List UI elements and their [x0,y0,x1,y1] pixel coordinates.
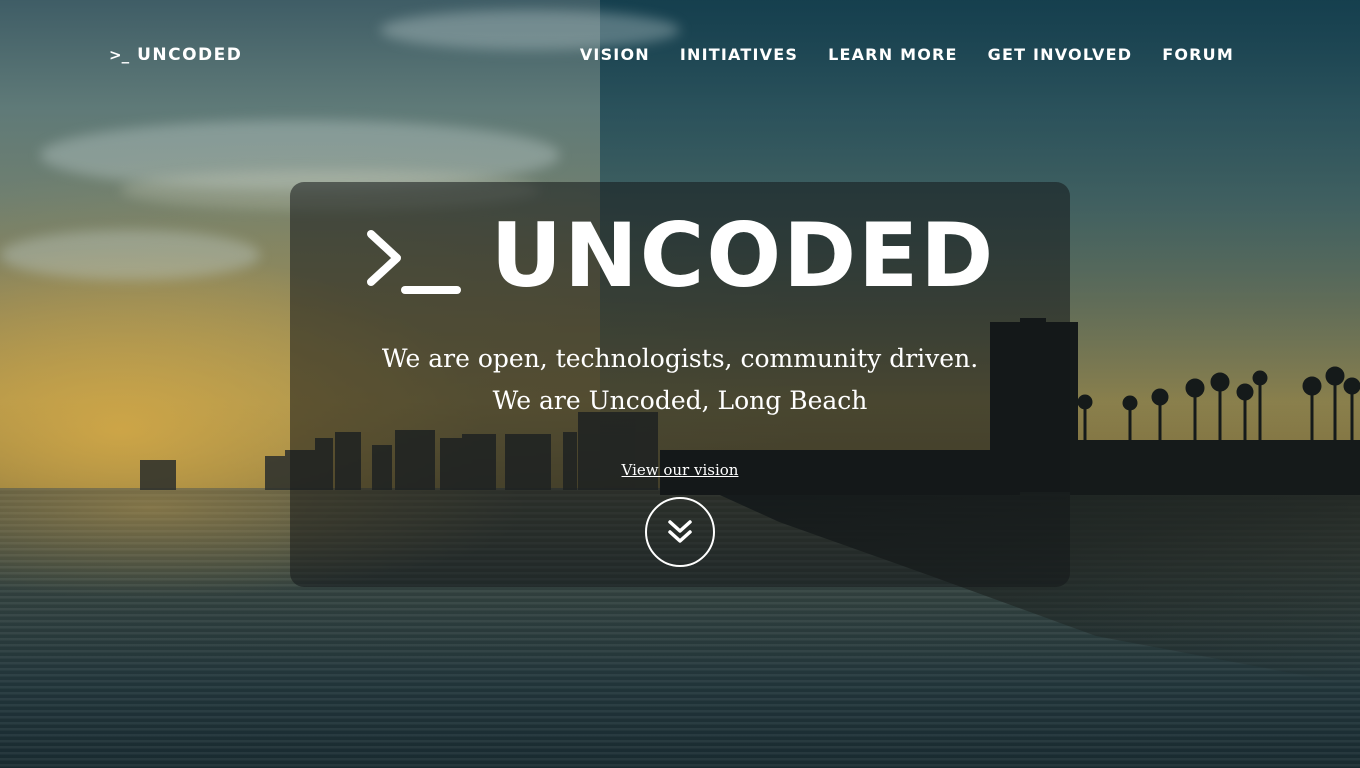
nav-link-vision[interactable]: VISION [580,45,650,64]
nav-link-learn-more[interactable]: LEARN MORE [828,45,958,64]
nav-link-initiatives[interactable]: INITIATIVES [680,45,798,64]
nav-link-get-involved[interactable]: GET INVOLVED [988,45,1133,64]
view-vision-link[interactable]: View our vision [290,461,1070,479]
brand-logo-link[interactable]: >_ UNCODED [109,45,242,65]
hero-title: UNCODED [290,212,1070,300]
hero-card: UNCODED We are open, technologists, comm… [290,182,1070,587]
nav-item: LEARN MORE [828,45,958,64]
cloud [0,230,260,280]
scroll-down-button[interactable] [645,497,715,567]
hero-tagline-line-2: We are Uncoded, Long Beach [492,386,868,415]
nav-menu: VISION INITIATIVES LEARN MORE GET INVOLV… [580,45,1234,64]
nav-item: INITIATIVES [680,45,798,64]
nav-link-forum[interactable]: FORUM [1162,45,1234,64]
double-chevron-down-icon [668,520,692,543]
hero-title-text: UNCODED [490,204,996,307]
hero-tagline-line-1: We are open, technologists, community dr… [381,344,979,373]
terminal-prompt-icon [365,226,461,296]
nav-item: FORUM [1162,45,1234,64]
terminal-prompt-icon: >_ [109,46,130,64]
nav-item: GET INVOLVED [988,45,1133,64]
top-navigation: >_ UNCODED VISION INITIATIVES LEARN MORE… [0,0,1360,112]
nav-item: VISION [580,45,650,64]
brand-name: UNCODED [137,45,243,65]
